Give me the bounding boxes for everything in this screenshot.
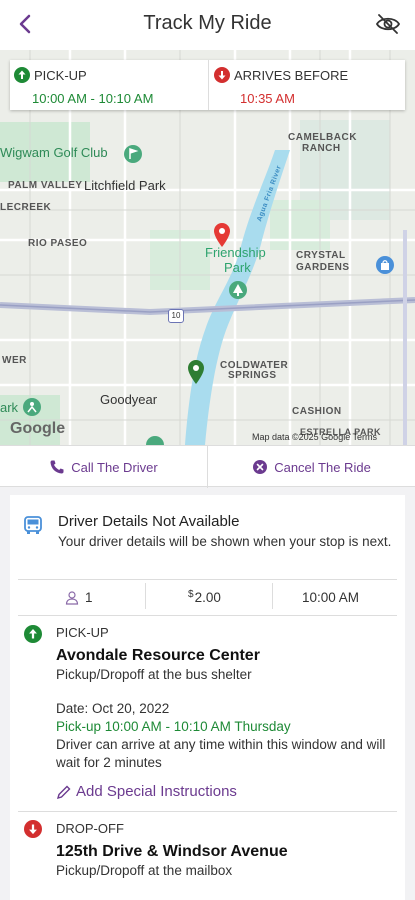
- arrives-before-value: 10:35 AM: [240, 91, 295, 106]
- pickup-time-value: 10:00 AM - 10:10 AM: [32, 91, 154, 106]
- call-driver-button[interactable]: Call The Driver: [0, 446, 207, 488]
- divider: [18, 811, 397, 812]
- park-poi-icon[interactable]: [228, 280, 248, 300]
- golf-poi-icon[interactable]: [123, 144, 143, 164]
- ride-details-card: Driver Details Not Available Your driver…: [10, 495, 405, 900]
- dropoff-stop-name: 125th Drive & Windsor Avenue: [56, 843, 288, 860]
- map-label-wigwam: Wigwam Golf Club: [0, 145, 108, 160]
- pickup-up-arrow-icon: [24, 625, 42, 643]
- arrives-before-section: ARRIVES BEFORE 10:35 AM: [210, 60, 405, 110]
- map-label-crystal: CRYSTAL: [296, 250, 346, 261]
- call-driver-label: Call The Driver: [71, 459, 158, 475]
- cancel-ride-button[interactable]: Cancel The Ride: [208, 446, 415, 488]
- pickup-window: Pick-up 10:00 AM - 10:10 AM Thursday: [56, 719, 291, 734]
- page-title: Track My Ride: [143, 12, 272, 34]
- stat-divider: [145, 583, 146, 609]
- park-poi-icon-2[interactable]: [145, 435, 165, 445]
- fare: $ 2.00: [188, 589, 221, 605]
- pickup-location-pin-icon[interactable]: [188, 360, 204, 384]
- map-label-rio-paseo: RIO PASEO: [28, 238, 88, 249]
- app-header: Track My Ride: [0, 0, 415, 50]
- interstate-10-shield: 10: [168, 309, 184, 323]
- ride-actions-bar: Call The Driver Cancel The Ride: [0, 445, 415, 488]
- dropoff-stop-type: DROP-OFF: [56, 821, 124, 836]
- add-special-instructions-label: Add Special Instructions: [76, 783, 237, 800]
- cancel-circle-icon: [253, 460, 268, 474]
- playground-poi-icon[interactable]: [22, 397, 42, 417]
- pickup-stop-type: PICK-UP: [56, 625, 109, 640]
- dropoff-down-arrow-icon: [24, 820, 42, 838]
- pickup-stop-name: Avondale Resource Center: [56, 647, 260, 664]
- pickup-date: Date: Oct 20, 2022: [56, 701, 170, 716]
- add-special-instructions-button[interactable]: Add Special Instructions: [56, 783, 237, 800]
- google-logo: Google: [10, 420, 66, 437]
- map-attribution[interactable]: Map data ©2025 Google Terms: [252, 432, 377, 442]
- divider: [18, 579, 397, 580]
- driver-status-subtitle: Your driver details will be shown when y…: [58, 534, 392, 549]
- dropoff-location-pin-icon[interactable]: [214, 223, 230, 247]
- pickup-time-section: PICK-UP 10:00 AM - 10:10 AM: [10, 60, 208, 110]
- driver-status-title: Driver Details Not Available: [58, 513, 240, 530]
- map-label-ranch: RANCH: [302, 143, 341, 154]
- stat-divider: [272, 583, 273, 609]
- map-label-springs: SPRINGS: [228, 370, 277, 381]
- ride-time-card: PICK-UP 10:00 AM - 10:10 AM ARRIVES BEFO…: [10, 60, 405, 110]
- pencil-icon: [56, 785, 71, 799]
- fare-value: 2.00: [194, 590, 221, 605]
- scheduled-time-value: 10:00 AM: [302, 590, 360, 605]
- cancel-ride-label: Cancel The Ride: [274, 459, 371, 475]
- shopping-poi-icon[interactable]: [375, 255, 395, 275]
- info-divider: [208, 60, 209, 110]
- passenger-count: 1: [65, 590, 93, 605]
- pickup-stop-note: Pickup/Dropoff at the bus shelter: [56, 667, 252, 682]
- pickup-wait-note: Driver can arrive at any time within thi…: [56, 737, 386, 770]
- dropoff-down-arrow-icon: [214, 67, 230, 83]
- person-icon: [65, 590, 79, 605]
- map-label-lecreek: LECREEK: [0, 202, 52, 213]
- map-label-park: Park: [224, 260, 251, 275]
- map-label-palm-valley: PALM VALLEY: [8, 180, 83, 191]
- map-label-ark: ark: [0, 400, 19, 415]
- map-label-litchfield: Litchfield Park: [84, 178, 166, 193]
- dropoff-stop-note: Pickup/Dropoff at the mailbox: [56, 863, 233, 878]
- map-label-goodyear: Goodyear: [100, 392, 158, 407]
- map-label-friendship: Friendship: [205, 245, 266, 260]
- divider: [18, 615, 397, 616]
- fare-currency: $: [188, 589, 194, 600]
- arrives-before-label: ARRIVES BEFORE: [234, 68, 349, 83]
- map-label-camelback: CAMELBACK: [288, 132, 357, 143]
- pickup-time-label: PICK-UP: [34, 68, 87, 83]
- eye-off-icon[interactable]: [375, 12, 401, 36]
- phone-icon: [50, 460, 64, 474]
- map-label-wer: WER: [2, 355, 27, 366]
- map-label-cashion: CASHION: [292, 406, 342, 417]
- scheduled-time: 10:00 AM: [302, 590, 359, 605]
- map-label-gardens: GARDENS: [296, 262, 350, 273]
- bus-icon: [24, 516, 42, 534]
- passenger-count-value: 1: [85, 590, 93, 605]
- pickup-up-arrow-icon: [14, 67, 30, 83]
